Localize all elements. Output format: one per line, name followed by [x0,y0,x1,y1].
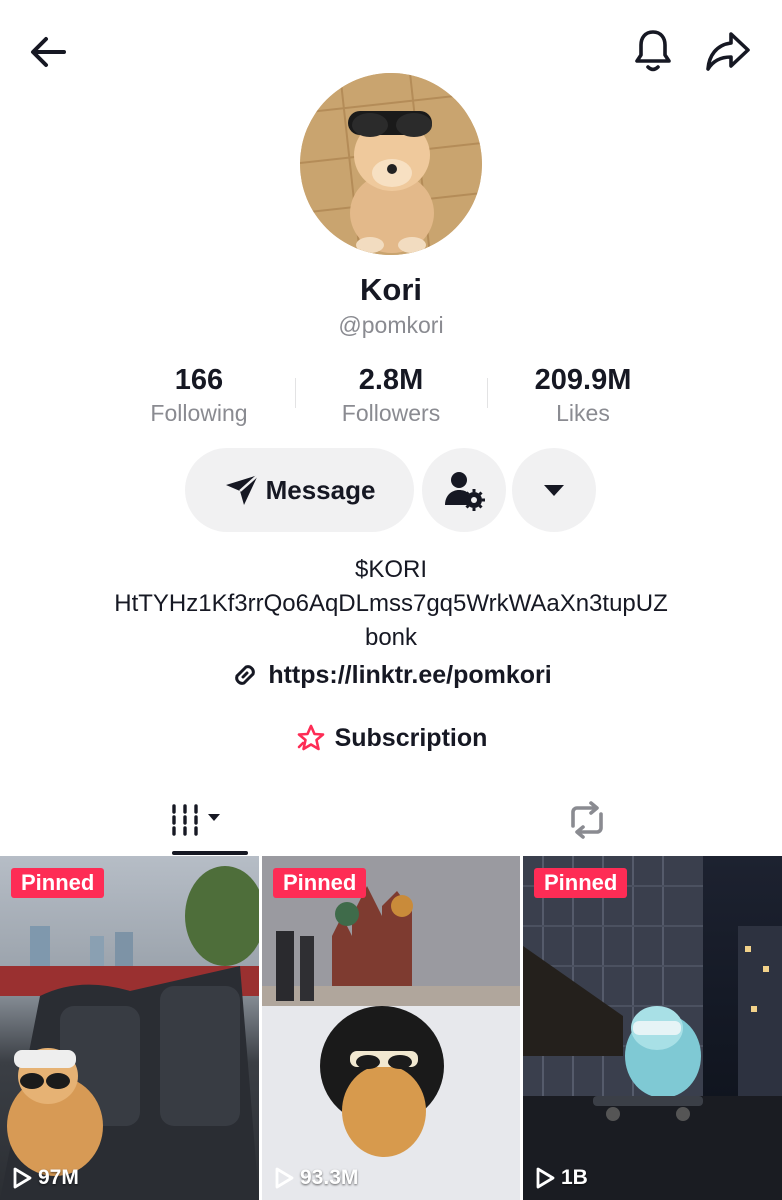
tab-reposts[interactable] [391,784,782,856]
share-arrow-icon [706,32,750,71]
back-button[interactable] [22,26,74,78]
stat-following[interactable]: 166 Following [104,362,294,428]
active-tab-indicator [172,851,248,855]
view-count-value: 93.3M [300,1166,359,1189]
bio-line: HtTYHz1Kf3rrQo6AqDLmss7gq5WrkWAaXn3tupUZ [114,590,668,617]
profile-actions: Message [0,448,782,532]
stat-label: Followers [341,400,441,426]
avatar[interactable] [300,73,482,255]
stat-label: Following [150,400,248,426]
stat-value: 166 [174,364,224,396]
video-thumbnail[interactable]: Pinned 93.3M [262,856,520,1200]
pinned-badge: Pinned [11,868,105,898]
username: @pomkori [338,312,444,338]
stat-likes[interactable]: 209.9M Likes [488,362,678,428]
caret-down-icon [544,485,564,496]
share-button[interactable] [700,24,756,78]
video-thumbnail[interactable]: Pinned 97M [0,856,259,1200]
friend-settings-button[interactable] [422,448,506,532]
subscription-button[interactable]: Subscription [0,722,782,754]
video-thumbnail[interactable]: Pinned 1B [523,856,782,1200]
more-button[interactable] [512,448,596,532]
message-button[interactable]: Message [185,448,414,532]
repost-icon [570,801,603,839]
play-icon [536,1167,555,1189]
link-text: https://linktr.ee/pomkori [268,660,552,689]
avatar-image [300,73,482,255]
profile-stats: 166 Following 2.8M Followers 209.9M Like… [104,362,678,432]
arrow-left-icon [31,37,66,67]
bio-line: $KORI [354,556,428,583]
stat-followers[interactable]: 2.8M Followers [296,362,486,428]
play-icon [13,1167,32,1189]
person-gear-icon [445,472,485,511]
subscription-label: Subscription [334,723,488,752]
profile-link[interactable]: https://linktr.ee/pomkori [0,660,782,690]
view-count-value: 97M [38,1166,79,1189]
stat-value: 2.8M [358,364,424,396]
pinned-badge: Pinned [534,868,628,898]
message-label: Message [265,474,376,505]
tab-videos[interactable] [0,784,391,856]
play-icon [275,1167,294,1189]
grid-bars-icon [171,804,220,836]
bio: $KORI HtTYHz1Kf3rrQo6AqDLmss7gq5WrkWAaXn… [0,553,782,655]
paper-plane-icon [225,474,259,505]
thumbnail-image [262,856,520,1200]
bell-icon [635,30,671,72]
pinned-badge: Pinned [273,868,367,898]
notification-button[interactable] [626,24,680,78]
view-count: 1B [535,1166,588,1190]
video-grid: Pinned 97M Pinned 93.3M Pinned 1B [0,856,782,1200]
thumbnail-image [523,856,782,1200]
thumbnail-image [0,866,259,1200]
stat-value: 209.9M [534,364,632,396]
bio-line: bonk [364,624,418,651]
view-count-value: 1B [561,1166,588,1189]
star-sparkle-icon [297,724,324,751]
content-tabs [0,784,782,856]
view-count: 97M [12,1166,79,1190]
view-count: 93.3M [274,1166,358,1190]
link-icon [235,665,256,685]
display-name: Kori [360,272,422,307]
stat-label: Likes [556,400,610,426]
